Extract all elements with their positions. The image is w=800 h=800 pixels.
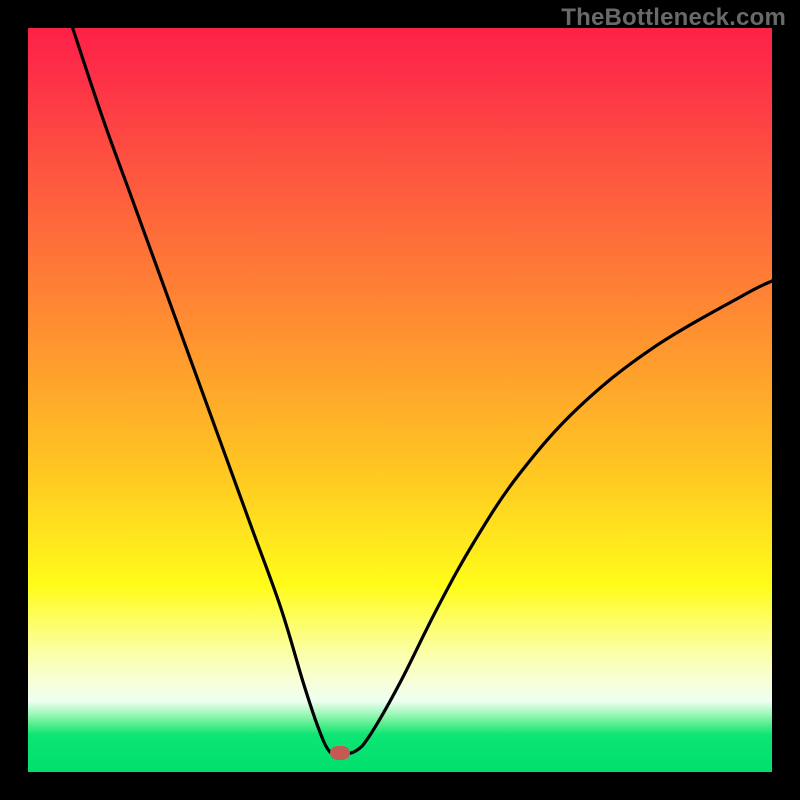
curve-path	[73, 28, 772, 754]
minimum-marker	[330, 746, 350, 760]
chart-frame: TheBottleneck.com	[0, 0, 800, 800]
plot-area	[28, 28, 772, 772]
bottleneck-curve	[28, 28, 772, 772]
